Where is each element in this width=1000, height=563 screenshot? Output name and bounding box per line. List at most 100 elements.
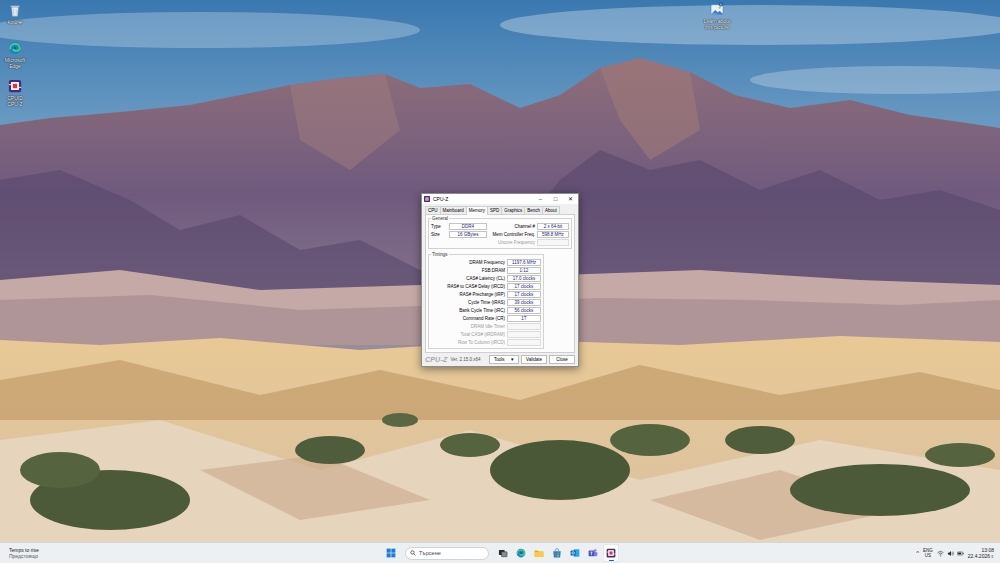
weather-widget[interactable]: Temps to riseПредстоящо bbox=[6, 547, 383, 559]
title-bar: CPU-Z –□✕ bbox=[422, 194, 578, 204]
battery-icon bbox=[957, 550, 964, 557]
dropdown-arrow[interactable]: ▾ bbox=[511, 357, 514, 362]
group-title: General bbox=[431, 216, 449, 221]
timing-value: 56 clocks bbox=[507, 307, 541, 314]
taskbar-app[interactable] bbox=[531, 544, 547, 562]
timing-label: DRAM Idle Timer bbox=[431, 324, 505, 329]
speaker-icon bbox=[947, 550, 954, 557]
version-label: Ver. 2.15.0.x64 bbox=[450, 357, 480, 362]
search-input[interactable] bbox=[419, 550, 484, 557]
running-indicator bbox=[609, 560, 614, 562]
desktop-icon-label[interactable]: Кошче bbox=[7, 19, 22, 25]
timing-label: Cycle Time (tRAS) bbox=[431, 300, 505, 305]
footer-button[interactable]: Close bbox=[549, 355, 575, 364]
store-icon bbox=[552, 548, 562, 558]
button-label[interactable]: Close bbox=[556, 357, 568, 362]
clock-date[interactable]: 22.4.2026 г. bbox=[968, 553, 994, 559]
cpuz-icon bbox=[606, 548, 616, 558]
timing-label: Bank Cycle Time (tRC) bbox=[431, 308, 505, 313]
system-tray: ^ ENGUS 13:0822.4.2026 г. bbox=[619, 547, 996, 559]
taskbar-app[interactable] bbox=[495, 544, 511, 562]
tab[interactable]: Bench bbox=[524, 206, 543, 214]
edge-icon bbox=[516, 548, 526, 558]
weather-text[interactable]: Temps to riseПредстоящо bbox=[9, 547, 39, 559]
footer-button[interactable]: Tools ▾ bbox=[489, 355, 519, 364]
maximize-button[interactable]: □ bbox=[548, 194, 563, 204]
spotlight-shortcut[interactable]: Learn about this picture bbox=[700, 2, 734, 30]
edge-icon bbox=[8, 41, 22, 55]
teams-icon bbox=[588, 548, 598, 558]
layout-label[interactable]: US bbox=[925, 553, 931, 558]
timing-label: Total CAS# (tRDRAM) bbox=[431, 332, 505, 337]
window-title: CPU-Z bbox=[433, 197, 448, 202]
timing-value bbox=[507, 323, 541, 330]
tab[interactable]: Memory bbox=[466, 206, 488, 215]
brand-logo: CPU-Z bbox=[425, 356, 447, 364]
desktop-icons: Кошче Microsoft Edge CPUID CPU-Z bbox=[1, 3, 29, 111]
field-value bbox=[537, 239, 569, 246]
recycle-bin-icon bbox=[8, 3, 22, 17]
outlook-icon bbox=[570, 548, 580, 558]
group-title: Timings bbox=[431, 252, 449, 257]
field-label: Type bbox=[431, 224, 447, 229]
timing-label: Row To Column (tRCD) bbox=[431, 340, 505, 345]
taskbar-app[interactable] bbox=[603, 544, 619, 562]
desktop-icon[interactable]: CPUID CPU-Z bbox=[1, 79, 29, 111]
edge-icon bbox=[8, 41, 22, 55]
field-value: DDR4 bbox=[449, 223, 487, 230]
language-label[interactable]: ENG bbox=[923, 548, 933, 553]
field-label: Size bbox=[431, 232, 447, 237]
tab[interactable]: CPU bbox=[425, 206, 441, 214]
teams-icon bbox=[588, 548, 598, 558]
language-switch[interactable]: ENGUS bbox=[923, 548, 933, 558]
hidden-icons-button[interactable]: ^ bbox=[916, 550, 919, 557]
spotlight-label[interactable]: Learn about this picture bbox=[703, 18, 731, 30]
search-icon bbox=[410, 550, 416, 556]
timing-label: RAS# Precharge (tRP) bbox=[431, 292, 505, 297]
timing-value: 17.0 clocks bbox=[507, 275, 541, 282]
desktop-icon[interactable]: Microsoft Edge bbox=[1, 41, 29, 73]
minimize-button[interactable]: – bbox=[533, 194, 548, 204]
recycle-bin-icon bbox=[8, 3, 22, 17]
outlook-icon bbox=[570, 548, 580, 558]
picture-info-icon bbox=[710, 2, 724, 16]
desktop-icon-label[interactable]: CPUID CPU-Z bbox=[1, 95, 29, 107]
search-box[interactable] bbox=[405, 547, 489, 560]
taskbar-app[interactable] bbox=[513, 544, 529, 562]
tab[interactable]: SPD bbox=[487, 206, 502, 214]
desktop-icon-label[interactable]: Microsoft Edge bbox=[1, 57, 29, 69]
taskbar-app[interactable] bbox=[567, 544, 583, 562]
field-value: 598.8 MHz bbox=[537, 231, 569, 238]
clock[interactable]: 13:0822.4.2026 г. bbox=[968, 547, 996, 559]
weather-title[interactable]: Temps to rise bbox=[9, 547, 39, 553]
start-button[interactable] bbox=[383, 544, 399, 562]
tab[interactable]: Graphics bbox=[501, 206, 525, 214]
tab[interactable]: Mainboard bbox=[440, 206, 467, 214]
cpuz-icon bbox=[8, 79, 22, 93]
timing-value bbox=[507, 339, 541, 346]
quick-settings[interactable] bbox=[937, 550, 964, 557]
battery-icon bbox=[957, 550, 964, 557]
footer-buttons: Tools ▾ Validate Close bbox=[489, 355, 575, 364]
tab-strip: CPUMainboardMemorySPDGraphicsBenchAbout bbox=[422, 204, 578, 214]
explorer-icon bbox=[534, 548, 544, 558]
button-label[interactable]: Validate bbox=[526, 357, 542, 362]
tab[interactable]: About bbox=[542, 206, 560, 214]
cpuz-icon bbox=[8, 79, 22, 93]
explorer-icon bbox=[534, 548, 544, 558]
windows-logo-icon bbox=[386, 548, 396, 558]
wifi-icon bbox=[937, 550, 944, 557]
taskbar-app[interactable] bbox=[549, 544, 565, 562]
clock-time[interactable]: 13:08 bbox=[981, 547, 994, 553]
weather-subtitle[interactable]: Предстоящо bbox=[9, 553, 39, 559]
close-button[interactable]: ✕ bbox=[563, 194, 578, 204]
timings-group: TimingsDRAM Frequency1197.6 MHzFSB:DRAM1… bbox=[428, 254, 544, 349]
timing-value: 39 clocks bbox=[507, 299, 541, 306]
general-group: GeneralTypeDDR4Channel #2 x 64-bitSize16… bbox=[428, 218, 572, 249]
timing-label: DRAM Frequency bbox=[431, 260, 505, 265]
taskbar-app[interactable] bbox=[585, 544, 601, 562]
footer-button[interactable]: Validate bbox=[521, 355, 547, 364]
desktop-icon[interactable]: Кошче bbox=[1, 3, 29, 35]
button-label[interactable]: Tools bbox=[494, 357, 505, 362]
edge-icon bbox=[516, 548, 526, 558]
